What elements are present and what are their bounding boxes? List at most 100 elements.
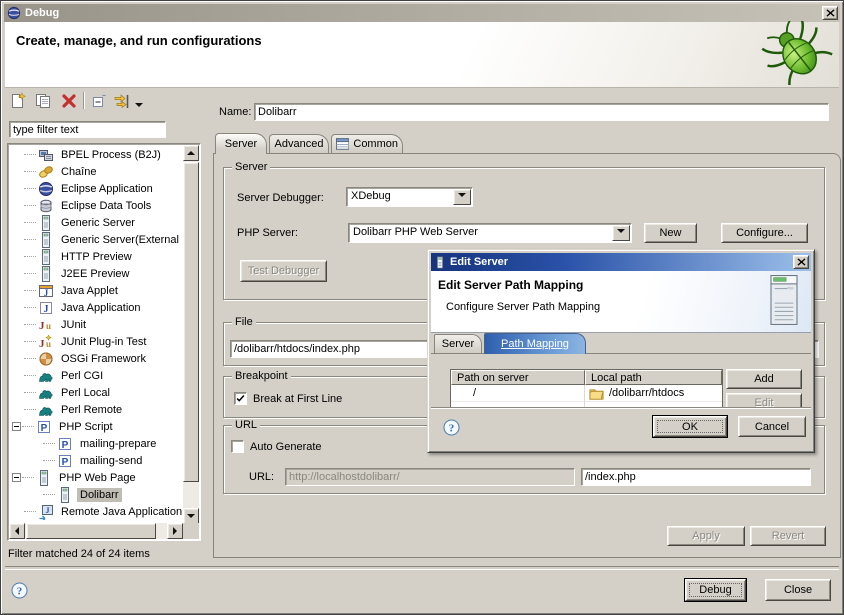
path-mapping-table: Path on server Local path //dolibarr/htd… (450, 369, 723, 410)
svg-text:J: J (44, 304, 49, 315)
dialog-tab-path-mapping[interactable]: Path Mapping (484, 333, 586, 354)
svg-text:J: J (44, 288, 49, 298)
new-server-button[interactable]: New (644, 223, 697, 243)
tree-item-junit[interactable]: JuJUnit (10, 316, 182, 333)
tree-item-http-preview[interactable]: HTTP Preview (10, 248, 182, 265)
configuration-tree: BPEL Process (B2J)ChaîneEclipse Applicat… (7, 143, 201, 541)
tree-item-perl-remote[interactable]: Perl Remote (10, 401, 182, 418)
svg-text:?: ? (17, 586, 23, 598)
tree-item-generic-server-external-la[interactable]: Generic Server(External La (10, 231, 182, 248)
delete-button[interactable] (60, 92, 78, 110)
dialog-close-button[interactable] (793, 255, 809, 269)
server-icon (38, 232, 54, 248)
path-mapping-row[interactable]: //dolibarr/htdocs (451, 385, 722, 402)
chevron-down-icon[interactable] (612, 225, 630, 241)
tree-guide-line (24, 409, 36, 411)
tab-advanced[interactable]: Advanced (269, 134, 329, 153)
configure-server-button[interactable]: Configure... (721, 223, 808, 243)
dialog-footer: ? OK Cancel (431, 407, 811, 449)
server-icon (57, 487, 73, 503)
tree-item-bpel-process-b2j[interactable]: BPEL Process (B2J) (10, 146, 182, 163)
window-titlebar[interactable]: Debug (4, 4, 840, 22)
local-path-header[interactable]: Local path (585, 370, 722, 385)
folder-icon (589, 387, 604, 399)
server-tower-icon (766, 274, 802, 326)
tree-guide-line (22, 426, 34, 428)
svg-text:u: u (46, 321, 51, 331)
svg-text:J: J (39, 320, 45, 332)
tree-item-cha-ne[interactable]: Chaîne (10, 163, 182, 180)
tree-item-perl-local[interactable]: Perl Local (10, 384, 182, 401)
ok-button[interactable]: OK (653, 416, 727, 437)
tree-guide-line (24, 324, 36, 326)
server-debugger-select[interactable]: XDebug (346, 187, 473, 207)
scroll-left-button[interactable] (9, 523, 25, 539)
tree-item-mailing-send[interactable]: Pmailing-send (10, 452, 182, 469)
name-input[interactable] (254, 103, 829, 121)
svg-text:P: P (62, 440, 69, 451)
tree-vertical-scrollbar[interactable] (183, 145, 199, 524)
tree-item-php-web-page[interactable]: PHP Web Page (10, 469, 182, 486)
chevron-down-icon[interactable] (453, 189, 471, 205)
add-mapping-button[interactable]: Add (726, 369, 802, 389)
close-button[interactable]: Close (765, 579, 831, 601)
scroll-up-button[interactable] (183, 145, 199, 161)
filter-input[interactable] (9, 121, 166, 138)
url-label: URL: (249, 471, 274, 483)
tree-item-mailing-prepare[interactable]: Pmailing-prepare (10, 435, 182, 452)
apply-button: Apply (667, 526, 745, 546)
tree-item-eclipse-data-tools[interactable]: Eclipse Data Tools (10, 197, 182, 214)
tree-guide-line (24, 171, 36, 173)
new-configuration-button[interactable] (9, 92, 27, 110)
scroll-down-button[interactable] (183, 508, 199, 524)
file-group-legend: File (232, 316, 256, 328)
dialog-titlebar[interactable]: Edit Server (431, 253, 811, 271)
duplicate-button[interactable] (34, 92, 52, 110)
tree-item-label: BPEL Process (B2J) (58, 148, 164, 162)
help-icon[interactable]: ? (11, 582, 28, 599)
toolbar-dropdown-caret-icon[interactable] (135, 103, 143, 111)
tree-item-generic-server[interactable]: Generic Server (10, 214, 182, 231)
tree-item-label: mailing-prepare (77, 437, 159, 451)
break-at-first-line-checkbox[interactable] (234, 392, 247, 405)
collapse-toggle-icon[interactable] (12, 473, 21, 482)
horizontal-scroll-thumb[interactable] (26, 523, 156, 539)
window-close-button[interactable] (822, 6, 838, 20)
php-server-select[interactable]: Dolibarr PHP Web Server (348, 223, 632, 243)
collapse-toggle-icon[interactable] (12, 422, 21, 431)
svg-text:?: ? (449, 423, 455, 435)
tab-server[interactable]: Server (215, 133, 267, 154)
datatools-icon (38, 198, 54, 214)
dialog-tab-server[interactable]: Server (434, 334, 482, 353)
filter-button[interactable] (113, 92, 131, 110)
applet-icon: J (38, 283, 54, 299)
dialog-description: Configure Server Path Mapping (446, 301, 600, 313)
close-icon (826, 9, 835, 17)
tree-horizontal-scrollbar[interactable] (9, 523, 183, 539)
tree-item-java-applet[interactable]: JJava Applet (10, 282, 182, 299)
dialog-help-icon[interactable]: ? (443, 419, 460, 436)
tree-item-remote-java-application[interactable]: JRemote Java Application (10, 503, 182, 520)
url-path-input[interactable] (581, 468, 811, 486)
svg-text:J: J (46, 506, 50, 515)
dialog-tab-server-label: Server (442, 338, 474, 350)
tree-item-label: HTTP Preview (58, 250, 135, 264)
tree-item-label: Perl Local (58, 386, 113, 400)
tree-item-dolibarr[interactable]: Dolibarr (10, 486, 182, 503)
collapse-all-button[interactable] (90, 92, 108, 110)
tree-item-java-application[interactable]: JJava Application (10, 299, 182, 316)
tree-item-osgi-framework[interactable]: OSGi Framework (10, 350, 182, 367)
vertical-scroll-thumb[interactable] (183, 162, 199, 482)
auto-generate-checkbox[interactable] (231, 440, 244, 453)
tree-item-label: Perl CGI (58, 369, 106, 383)
tree-item-junit-plug-in-test[interactable]: JuJUnit Plug-in Test (10, 333, 182, 350)
scroll-right-button[interactable] (167, 523, 183, 539)
tree-item-perl-cgi[interactable]: Perl CGI (10, 367, 182, 384)
cancel-button[interactable]: Cancel (738, 416, 806, 437)
tree-item-eclipse-application[interactable]: Eclipse Application (10, 180, 182, 197)
path-on-server-header[interactable]: Path on server (451, 370, 585, 385)
debug-button[interactable]: Debug (685, 579, 746, 601)
tree-item-j2ee-preview[interactable]: J2EE Preview (10, 265, 182, 282)
tree-item-php-script[interactable]: PPHP Script (10, 418, 182, 435)
tab-common[interactable]: Common (331, 134, 403, 153)
